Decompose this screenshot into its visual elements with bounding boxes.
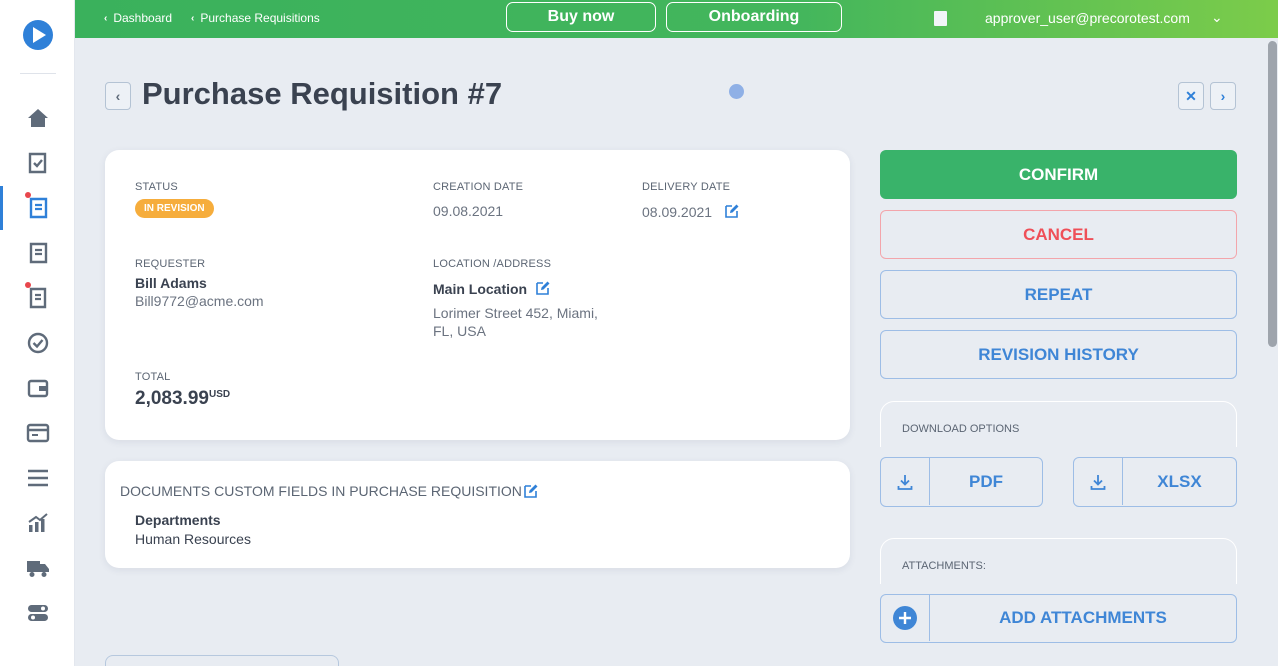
- chevron-down-icon[interactable]: ⌄: [1211, 9, 1223, 26]
- attachments-section: ATTACHMENTS:: [880, 538, 1237, 584]
- total-currency: USD: [208, 389, 231, 400]
- purchase-order-icon: [29, 242, 47, 264]
- plus-circle-icon: [881, 595, 930, 641]
- check-circle-icon: [27, 332, 48, 354]
- sidebar-item-menu[interactable]: [0, 456, 75, 500]
- breadcrumb-purchase-requisitions[interactable]: ‹ Purchase Requisitions: [191, 11, 320, 25]
- cursor-indicator: [729, 84, 744, 99]
- status-badge: IN REVISION: [135, 199, 214, 218]
- edit-icon[interactable]: [724, 203, 740, 219]
- total-label: TOTAL: [135, 371, 171, 383]
- edit-icon[interactable]: [523, 483, 539, 499]
- bottom-section-tab: [105, 655, 339, 666]
- add-attachments-button[interactable]: ADD ATTACHMENTS: [880, 594, 1237, 643]
- sidebar-item-suppliers[interactable]: [0, 546, 75, 590]
- breadcrumb-dashboard[interactable]: ‹ Dashboard: [104, 11, 172, 25]
- close-button[interactable]: ✕: [1178, 82, 1204, 110]
- add-attachments-label: ADD ATTACHMENTS: [999, 608, 1167, 627]
- total-value: 2,083.99: [135, 388, 209, 409]
- top-bar: ‹ Dashboard ‹ Purchase Requisitions Buy …: [75, 0, 1278, 38]
- revision-history-button[interactable]: REVISION HISTORY: [880, 330, 1237, 379]
- sidebar-item-wallet[interactable]: [0, 366, 75, 410]
- sidebar-item-home[interactable]: [0, 96, 75, 140]
- list-icon: [27, 469, 48, 487]
- notification-dot: [25, 282, 31, 288]
- download-pdf-button[interactable]: PDF: [880, 457, 1043, 507]
- home-icon: [27, 109, 48, 127]
- sidebar-item-invoices[interactable]: [0, 276, 75, 320]
- toggles-icon: [27, 605, 48, 621]
- requester-name: Bill Adams: [135, 275, 207, 291]
- sidebar-item-analytics[interactable]: [0, 501, 75, 545]
- chevron-left-icon: ‹: [191, 12, 195, 24]
- repeat-button[interactable]: REPEAT: [880, 270, 1237, 319]
- chevron-left-icon: ‹: [104, 12, 108, 24]
- sidebar-item-purchase-orders[interactable]: [0, 231, 75, 275]
- cancel-button[interactable]: CANCEL: [880, 210, 1237, 259]
- buy-now-button[interactable]: Buy now: [506, 2, 656, 32]
- creation-date-label: CREATION DATE: [433, 181, 524, 193]
- custom-field-label: Departments: [135, 512, 221, 528]
- sidebar: [0, 0, 75, 666]
- scrollbar-thumb[interactable]: [1268, 41, 1277, 347]
- xlsx-label: XLSX: [1157, 471, 1202, 491]
- user-email[interactable]: approver_user@precorotest.com: [985, 10, 1190, 26]
- truck-icon: [26, 561, 49, 577]
- status-label: STATUS: [135, 181, 178, 193]
- edit-icon[interactable]: [535, 280, 551, 296]
- document-check-icon: [28, 152, 46, 174]
- wallet-icon: [27, 379, 48, 398]
- total-amount: 2,083.99USD: [135, 388, 230, 410]
- pdf-label: PDF: [969, 471, 1003, 491]
- chevron-right-icon: ›: [1220, 88, 1226, 104]
- chevron-left-icon: ‹: [115, 88, 121, 104]
- card-icon: [26, 423, 49, 443]
- custom-fields-card: DOCUMENTS CUSTOM FIELDS IN PURCHASE REQU…: [105, 461, 850, 568]
- delivery-date-label: DELIVERY DATE: [642, 181, 731, 193]
- confirm-button[interactable]: CONFIRM: [880, 150, 1237, 199]
- back-button[interactable]: ‹: [105, 82, 131, 110]
- book-icon[interactable]: [934, 11, 947, 26]
- location-label: LOCATION /ADDRESS: [433, 258, 552, 270]
- requester-email: Bill9772@acme.com: [135, 293, 264, 309]
- notification-dot: [25, 192, 31, 198]
- sidebar-item-requisitions[interactable]: [0, 186, 75, 230]
- custom-fields-title: DOCUMENTS CUSTOM FIELDS IN PURCHASE REQU…: [120, 483, 522, 499]
- download-icon: [1074, 458, 1123, 505]
- creation-date-value: 09.08.2021: [433, 203, 504, 219]
- app-logo[interactable]: [23, 20, 53, 50]
- address-line-1: Lorimer Street 452, Miami,: [433, 305, 598, 321]
- download-xlsx-button[interactable]: XLSX: [1073, 457, 1237, 507]
- chart-icon: [27, 513, 48, 532]
- download-options-section: DOWNLOAD OPTIONS: [880, 401, 1237, 447]
- location-name: Main Location: [433, 281, 528, 297]
- next-button[interactable]: ›: [1210, 82, 1236, 110]
- delivery-date-value: 08.09.2021: [642, 204, 713, 220]
- invoice-icon: [29, 287, 46, 309]
- sidebar-item-payments[interactable]: [0, 411, 75, 455]
- sidebar-divider: [20, 73, 56, 74]
- requisition-icon: [29, 197, 47, 219]
- attachments-label: ATTACHMENTS:: [902, 560, 986, 572]
- sidebar-item-receipts[interactable]: [0, 321, 75, 365]
- custom-field-value: Human Resources: [135, 531, 251, 547]
- close-icon: ✕: [1185, 87, 1197, 104]
- details-card: STATUS IN REVISION CREATION DATE 09.08.2…: [105, 150, 850, 440]
- page-title: Purchase Requisition #7: [142, 76, 503, 111]
- sidebar-item-approvals[interactable]: [0, 141, 75, 185]
- onboarding-button[interactable]: Onboarding: [666, 2, 842, 32]
- download-icon: [881, 458, 930, 505]
- download-options-label: DOWNLOAD OPTIONS: [902, 423, 1020, 435]
- requester-label: REQUESTER: [135, 258, 206, 270]
- address-line-2: FL, USA: [433, 323, 486, 339]
- sidebar-item-settings[interactable]: [0, 591, 75, 635]
